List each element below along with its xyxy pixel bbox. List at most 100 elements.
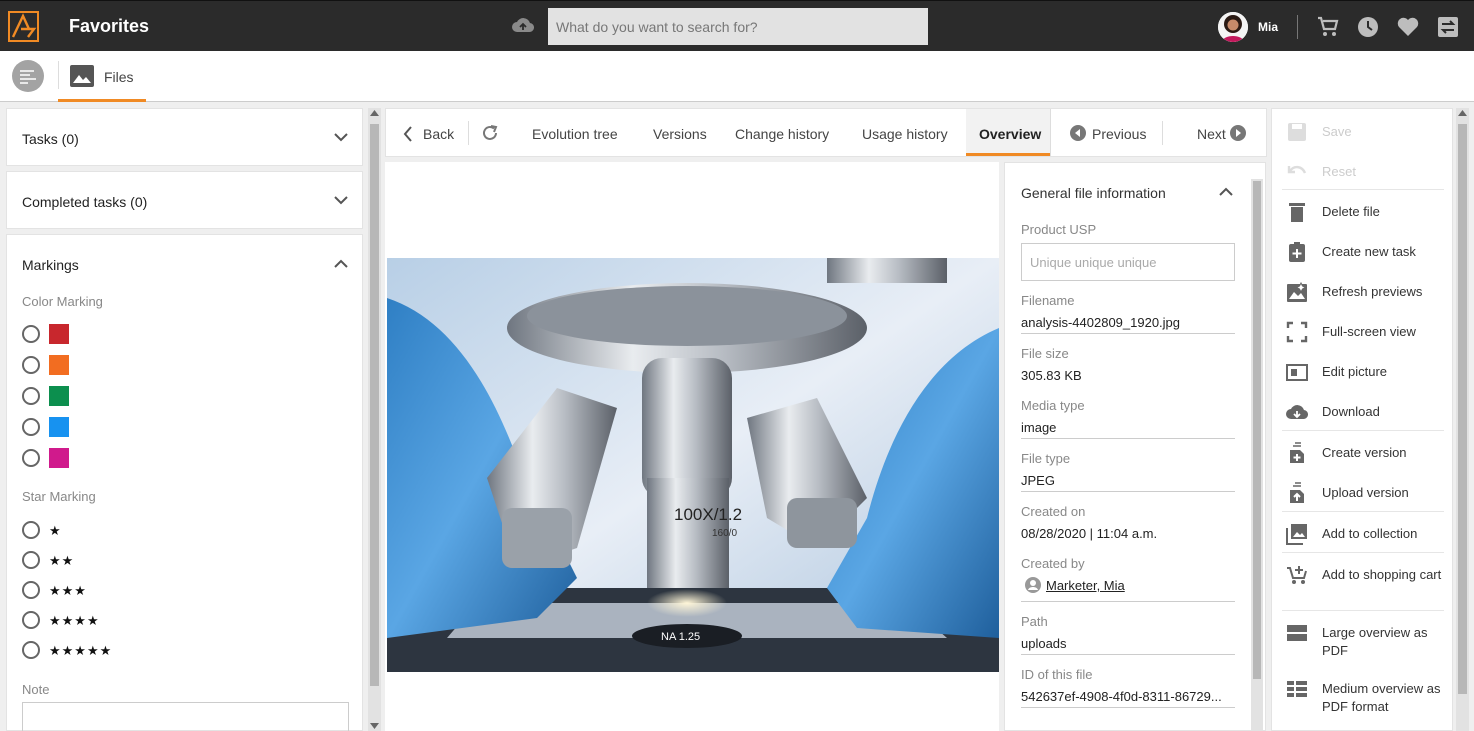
left-scrollbar[interactable]: [368, 108, 381, 731]
previous-icon[interactable]: [1070, 125, 1086, 141]
color-marking-radio[interactable]: [22, 387, 40, 405]
color-marking-radio[interactable]: [22, 449, 40, 467]
save-label: Save: [1322, 124, 1352, 139]
divider: [1050, 109, 1051, 156]
divider: [1282, 610, 1444, 611]
app-logo-icon[interactable]: [8, 11, 39, 42]
refresh-icon[interactable]: [481, 124, 499, 142]
scrollbar-thumb[interactable]: [370, 124, 379, 686]
medium-pdf-label: Medium overview as PDF format: [1322, 681, 1441, 714]
file-info-panel: General file information Product USP Fil…: [1004, 162, 1266, 731]
divider: [1297, 15, 1298, 39]
next-icon[interactable]: [1230, 125, 1246, 141]
actions-panel: Save Reset Delete file Create new task R…: [1271, 108, 1453, 731]
star-marking-radio[interactable]: [22, 611, 40, 629]
color-marking-radio[interactable]: [22, 418, 40, 436]
info-scrollbar[interactable]: [1251, 179, 1263, 731]
cloud-upload-icon[interactable]: [512, 16, 534, 36]
stage-label: NA 1.25: [661, 631, 700, 643]
cloud-download-icon: [1286, 405, 1308, 420]
chevron-left-icon[interactable]: [403, 126, 413, 142]
scrollbar-thumb[interactable]: [1253, 181, 1261, 679]
scrollbar-thumb[interactable]: [1458, 124, 1467, 694]
star-rating-label: ★★★: [49, 583, 87, 598]
next-button[interactable]: Next: [1197, 126, 1226, 142]
tab-versions[interactable]: Versions: [653, 126, 707, 142]
divider: [1162, 121, 1163, 145]
color-swatch: [49, 417, 69, 437]
scroll-down-icon[interactable]: [370, 723, 379, 729]
created-on-value: 08/28/2020 | 11:04 a.m.: [1021, 526, 1158, 541]
upload-version-label: Upload version: [1322, 485, 1409, 500]
star-marking-radio[interactable]: [22, 641, 40, 659]
clipboard-add-icon: [1289, 242, 1305, 262]
note-field[interactable]: [22, 702, 349, 731]
delete-file-label: Delete file: [1322, 204, 1380, 219]
shopping-cart-icon[interactable]: [1316, 15, 1340, 39]
cart-add-icon: [1287, 566, 1307, 584]
divider: [1021, 438, 1235, 439]
download-label: Download: [1322, 404, 1380, 419]
usp-input[interactable]: [1021, 243, 1235, 281]
chevron-down-icon[interactable]: [334, 196, 348, 205]
tab-files[interactable]: Files: [58, 51, 146, 102]
filename-label: Filename: [1021, 293, 1075, 308]
filesize-value: 305.83 KB: [1021, 368, 1082, 383]
scroll-up-icon[interactable]: [1458, 110, 1467, 116]
color-marking-label: Color Marking: [22, 294, 103, 309]
avatar[interactable]: [1218, 12, 1248, 42]
star-marking-radio[interactable]: [22, 581, 40, 599]
usp-label: Product USP: [1021, 222, 1097, 237]
tab-usage-history[interactable]: Usage history: [862, 126, 948, 142]
scroll-up-icon[interactable]: [370, 110, 379, 116]
search-input[interactable]: [548, 8, 928, 45]
path-value: uploads: [1021, 636, 1067, 651]
edit-picture-icon: [1286, 364, 1308, 381]
menu-icon: [20, 70, 36, 84]
star-marking-radio[interactable]: [22, 521, 40, 539]
heart-icon[interactable]: [1396, 15, 1420, 39]
refresh-previews-label: Refresh previews: [1322, 284, 1423, 299]
path-label: Path: [1021, 614, 1048, 629]
color-swatch: [49, 324, 69, 344]
transfer-icon[interactable]: [1436, 15, 1460, 39]
trash-icon: [1289, 203, 1305, 222]
completed-tasks-heading: Completed tasks (0): [22, 194, 148, 210]
star-rating-label: ★: [49, 523, 62, 538]
previous-button[interactable]: Previous: [1092, 126, 1146, 142]
divider: [1282, 430, 1444, 431]
tab-evolution-tree[interactable]: Evolution tree: [532, 126, 618, 142]
color-marking-radio[interactable]: [22, 325, 40, 343]
back-button[interactable]: Back: [423, 126, 454, 142]
chevron-up-icon[interactable]: [334, 259, 348, 268]
mediatype-label: Media type: [1021, 398, 1085, 413]
add-to-cart-label: Add to shopping cart: [1322, 567, 1442, 582]
full-screen-label: Full-screen view: [1322, 324, 1416, 339]
tasks-panel[interactable]: Tasks (0): [6, 108, 363, 166]
note-label: Note: [22, 682, 50, 697]
color-swatch: [49, 355, 69, 375]
created-by-link[interactable]: Marketer, Mia: [1046, 578, 1226, 593]
fullscreen-icon: [1286, 321, 1308, 343]
user-name[interactable]: Mia: [1258, 20, 1278, 34]
chevron-up-icon[interactable]: [1219, 187, 1233, 196]
divider: [468, 121, 469, 145]
filename-value: analysis-4402809_1920.jpg: [1021, 315, 1181, 330]
star-rating-label: ★★: [49, 553, 75, 568]
markings-heading: Markings: [22, 257, 79, 273]
completed-tasks-panel[interactable]: Completed tasks (0): [6, 171, 363, 229]
clock-icon[interactable]: [1356, 15, 1380, 39]
tab-change-history[interactable]: Change history: [735, 126, 829, 142]
star-marking-radio[interactable]: [22, 551, 40, 569]
created-by-label: Created by: [1021, 556, 1085, 571]
actions-scrollbar[interactable]: [1456, 108, 1469, 731]
tab-overview[interactable]: Overview: [979, 126, 1041, 142]
tab-files-label: Files: [104, 69, 134, 85]
menu-button[interactable]: [12, 60, 44, 92]
lens-sub-label: 160/0: [712, 528, 737, 539]
filesize-label: File size: [1021, 346, 1069, 361]
large-pdf-label: Large overview as PDF: [1322, 625, 1428, 658]
color-marking-radio[interactable]: [22, 356, 40, 374]
chevron-down-icon[interactable]: [334, 133, 348, 142]
file-preview-image[interactable]: 100X/1.2 160/0 NA 1.25: [387, 258, 999, 672]
